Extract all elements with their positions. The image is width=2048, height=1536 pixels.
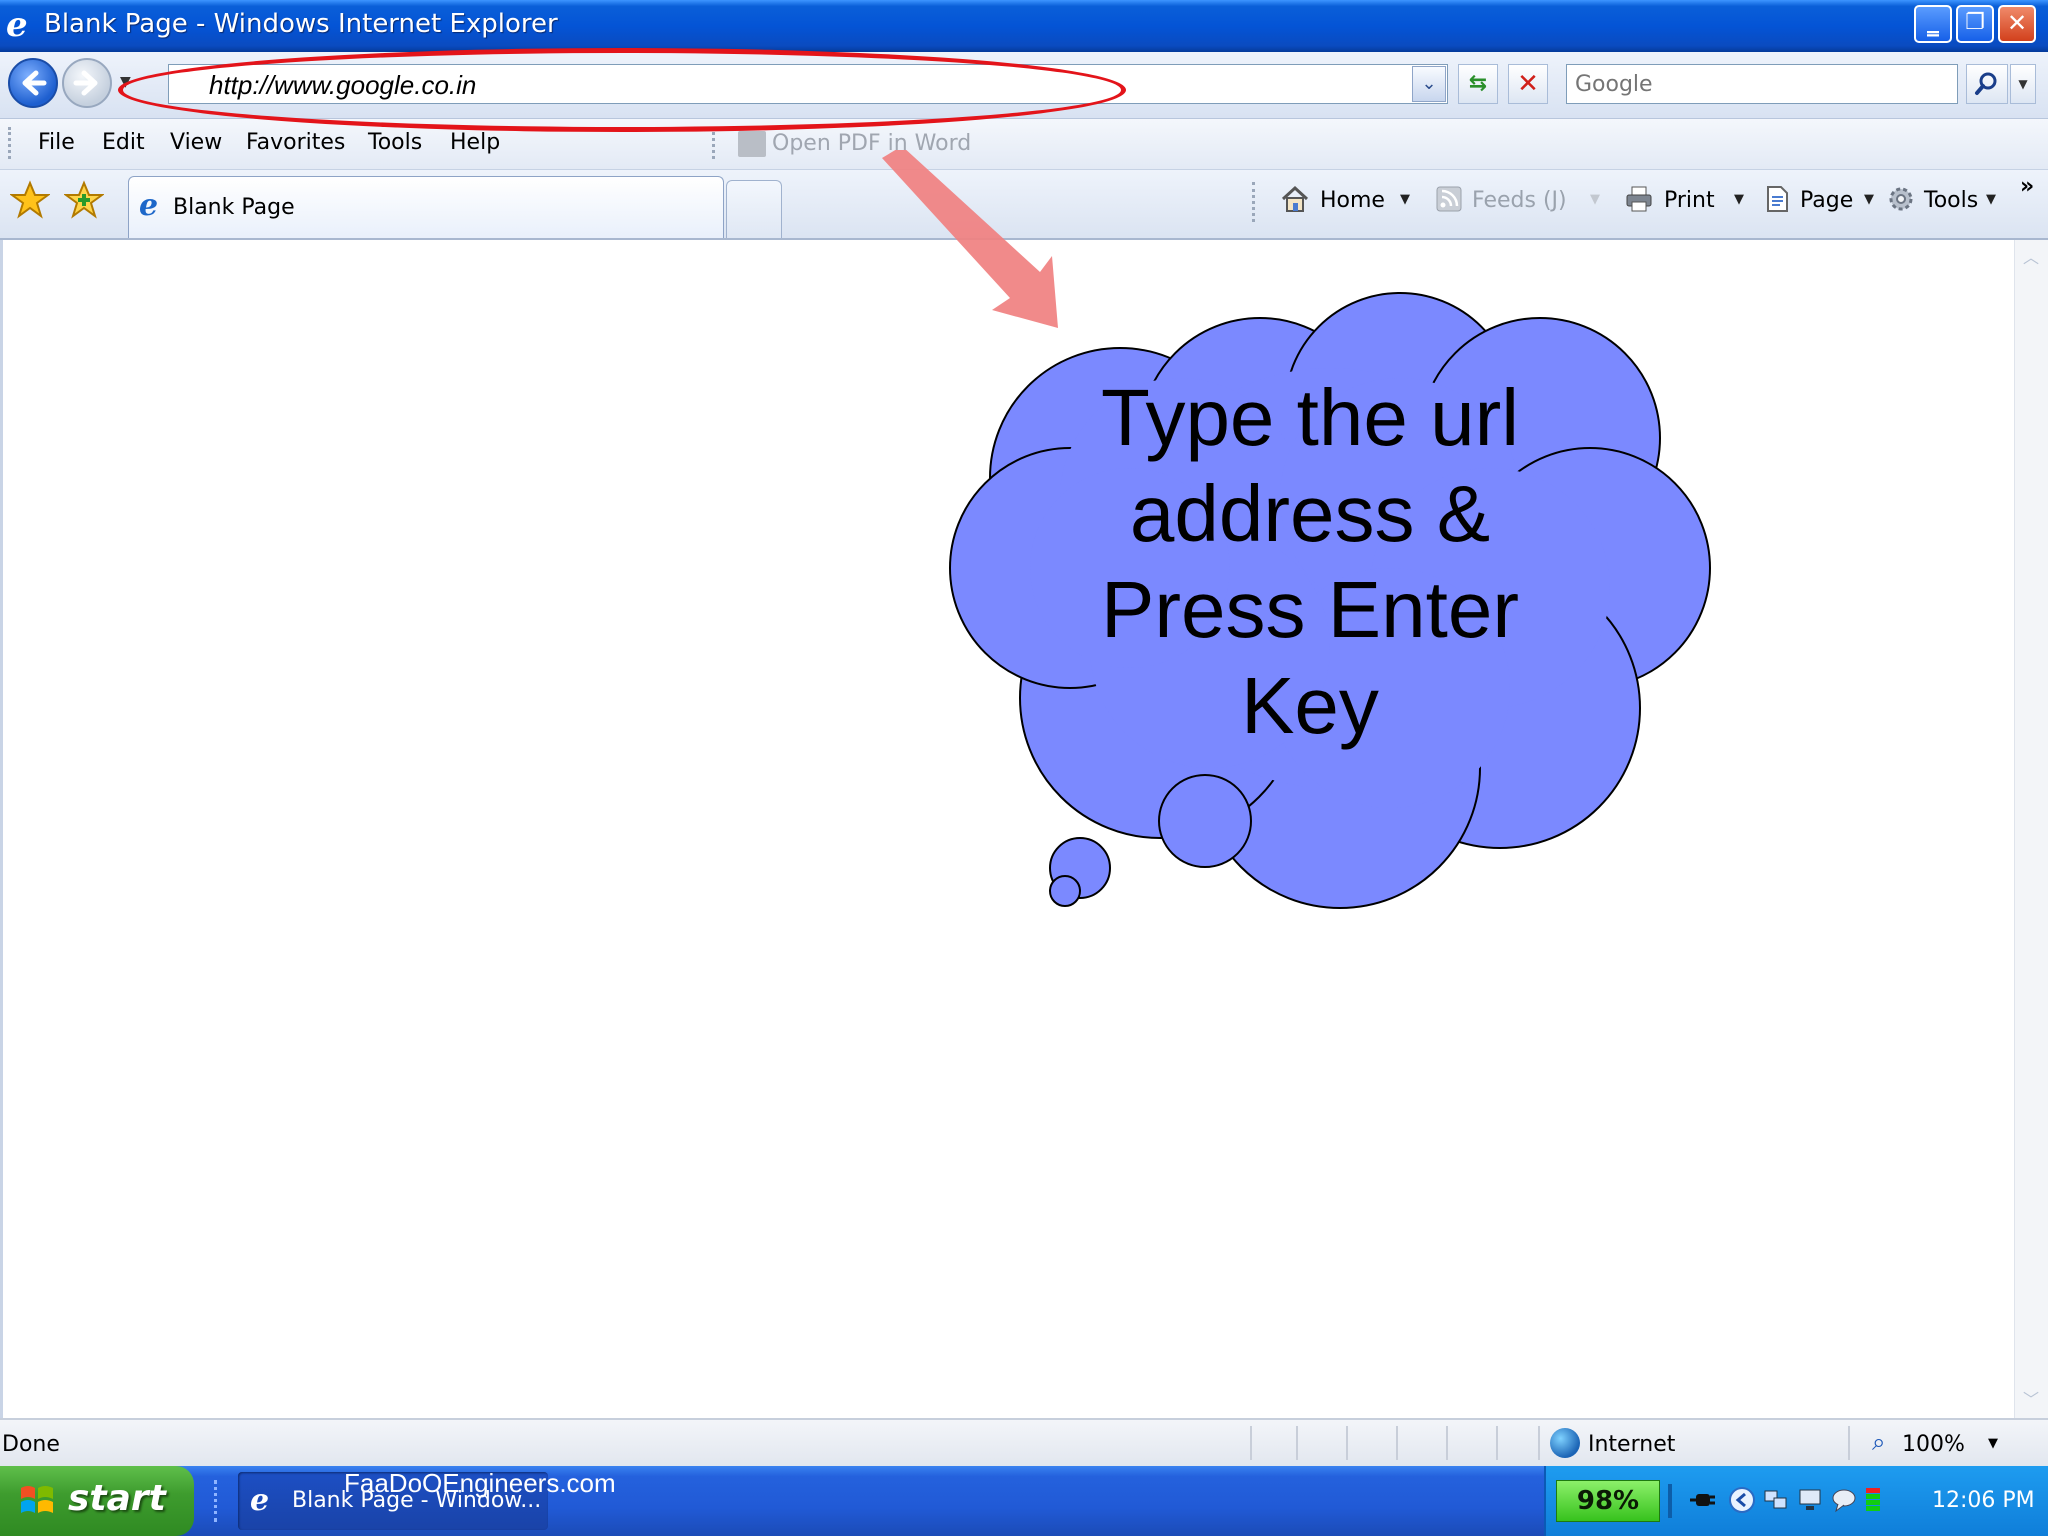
status-bar: Done Internet ⌕ 100% ▼ <box>0 1418 2048 1466</box>
power-plug-icon[interactable] <box>1688 1486 1716 1514</box>
ie-icon: e <box>139 188 159 223</box>
refresh-icon: ⇆ <box>1468 71 1488 96</box>
signal-bars-icon[interactable] <box>1860 1486 1888 1514</box>
tab-label: Blank Page <box>173 195 295 220</box>
stop-icon: ✕ <box>1517 69 1539 99</box>
add-favorite-icon[interactable] <box>64 180 104 220</box>
network-icon[interactable] <box>1762 1486 1790 1514</box>
feeds-dropdown[interactable]: ▼ <box>1590 192 1600 207</box>
scroll-up-button[interactable]: ︿ <box>2015 244 2047 274</box>
status-text: Done <box>2 1432 60 1457</box>
page-dropdown[interactable]: ▼ <box>1864 192 1874 207</box>
speech-bubble-icon[interactable] <box>1830 1486 1858 1514</box>
stop-button[interactable]: ✕ <box>1508 64 1548 104</box>
status-divider <box>1396 1426 1398 1460</box>
ie-icon: e <box>6 5 28 45</box>
windows-logo-icon <box>21 1486 53 1513</box>
zoom-dropdown[interactable]: ▼ <box>1988 1436 1998 1451</box>
back-button[interactable] <box>8 58 58 108</box>
annotation-line-3: Press Enter <box>1101 565 1519 654</box>
zoom-level[interactable]: 100% <box>1902 1432 1965 1457</box>
page-icon <box>1767 186 1788 212</box>
menu-tools[interactable]: Tools <box>368 130 422 155</box>
print-button[interactable]: Print <box>1664 188 1715 213</box>
toolbar-grip[interactable] <box>8 127 15 159</box>
print-dropdown[interactable]: ▼ <box>1734 192 1744 207</box>
menu-help[interactable]: Help <box>450 130 500 155</box>
status-divider <box>1346 1426 1348 1460</box>
annotation-line-4: Key <box>1241 661 1379 750</box>
restore-button[interactable]: ❐ <box>1956 5 1994 43</box>
computer-icon[interactable] <box>1796 1486 1824 1514</box>
search-button[interactable] <box>1966 64 2008 104</box>
status-divider <box>1848 1426 1850 1460</box>
title-bar[interactable]: e Blank Page - Windows Internet Explorer… <box>0 0 2048 52</box>
more-commands-chevron[interactable]: » <box>2020 174 2034 199</box>
address-dropdown-button[interactable]: ⌄ <box>1412 66 1446 102</box>
system-tray: 98% 12:06 PM <box>1544 1466 2048 1536</box>
back-arrow-icon <box>22 70 47 96</box>
menu-edit[interactable]: Edit <box>102 130 145 155</box>
printer-icon <box>1626 186 1652 212</box>
battery-badge[interactable]: 98% <box>1556 1480 1660 1522</box>
scroll-down-button[interactable]: ﹀ <box>2015 1386 2047 1416</box>
status-divider <box>1250 1426 1252 1460</box>
home-dropdown[interactable]: ▼ <box>1400 192 1410 207</box>
status-divider <box>1496 1426 1498 1460</box>
clock[interactable]: 12:06 PM <box>1932 1488 2035 1513</box>
annotation-line-1: Type the url <box>1100 373 1519 462</box>
url-highlight-ellipse <box>118 48 1126 132</box>
watermark: FaaDoOEngineers.com <box>344 1468 616 1498</box>
annotation-text: Type the url address & Press Enter Key <box>1060 370 1560 754</box>
feeds-button[interactable]: Feeds (J) <box>1472 188 1567 213</box>
gear-icon <box>1889 187 1913 211</box>
home-icon <box>1281 185 1309 212</box>
star-icon[interactable] <box>10 180 50 220</box>
home-button[interactable]: Home <box>1320 188 1385 213</box>
taskbar-grip[interactable] <box>214 1480 221 1522</box>
menu-favorites[interactable]: Favorites <box>246 130 345 155</box>
status-divider <box>1296 1426 1298 1460</box>
vertical-scrollbar[interactable]: ︿ ﹀ <box>2014 240 2048 1418</box>
annotation-line-2: address & <box>1129 469 1491 558</box>
tray-divider <box>1668 1484 1672 1518</box>
window-title: Blank Page - Windows Internet Explorer <box>44 9 558 39</box>
refresh-button[interactable]: ⇆ <box>1458 64 1498 104</box>
page-button[interactable]: Page <box>1800 188 1853 213</box>
feeds-icon <box>1436 186 1462 212</box>
word-icon <box>738 131 766 157</box>
taskbar: start e Blank Page - Window... FaaDoOEng… <box>0 1466 2048 1536</box>
status-divider <box>1538 1426 1540 1460</box>
menu-view[interactable]: View <box>170 130 222 155</box>
tools-dropdown[interactable]: ▼ <box>1986 192 1996 207</box>
new-tab-button[interactable] <box>726 180 782 238</box>
magnifier-icon: ⌕ <box>1872 1428 1886 1456</box>
toolbar-grip[interactable] <box>1252 182 1259 222</box>
search-input[interactable] <box>1575 72 1945 97</box>
security-zone[interactable]: Internet <box>1588 1432 1675 1457</box>
forward-button[interactable] <box>62 58 112 108</box>
ie-icon: e <box>250 1483 270 1518</box>
toolbar-grip[interactable] <box>712 127 719 159</box>
search-field[interactable] <box>1566 64 1958 104</box>
tab-blank-page[interactable]: e Blank Page <box>128 176 724 238</box>
forward-arrow-icon <box>73 70 98 96</box>
status-divider <box>1446 1426 1448 1460</box>
close-button[interactable]: ✕ <box>1998 5 2036 43</box>
search-options-dropdown[interactable]: ▼ <box>2010 64 2036 104</box>
minimize-button[interactable]: ‗ <box>1914 5 1952 43</box>
start-label: start <box>68 1478 166 1519</box>
search-icon <box>1975 72 1997 95</box>
chevron-left-icon[interactable] <box>1728 1486 1756 1514</box>
globe-icon <box>1550 1428 1580 1458</box>
start-button[interactable]: start <box>0 1466 194 1536</box>
tools-button[interactable]: Tools <box>1924 188 1978 213</box>
menu-file[interactable]: File <box>38 130 75 155</box>
